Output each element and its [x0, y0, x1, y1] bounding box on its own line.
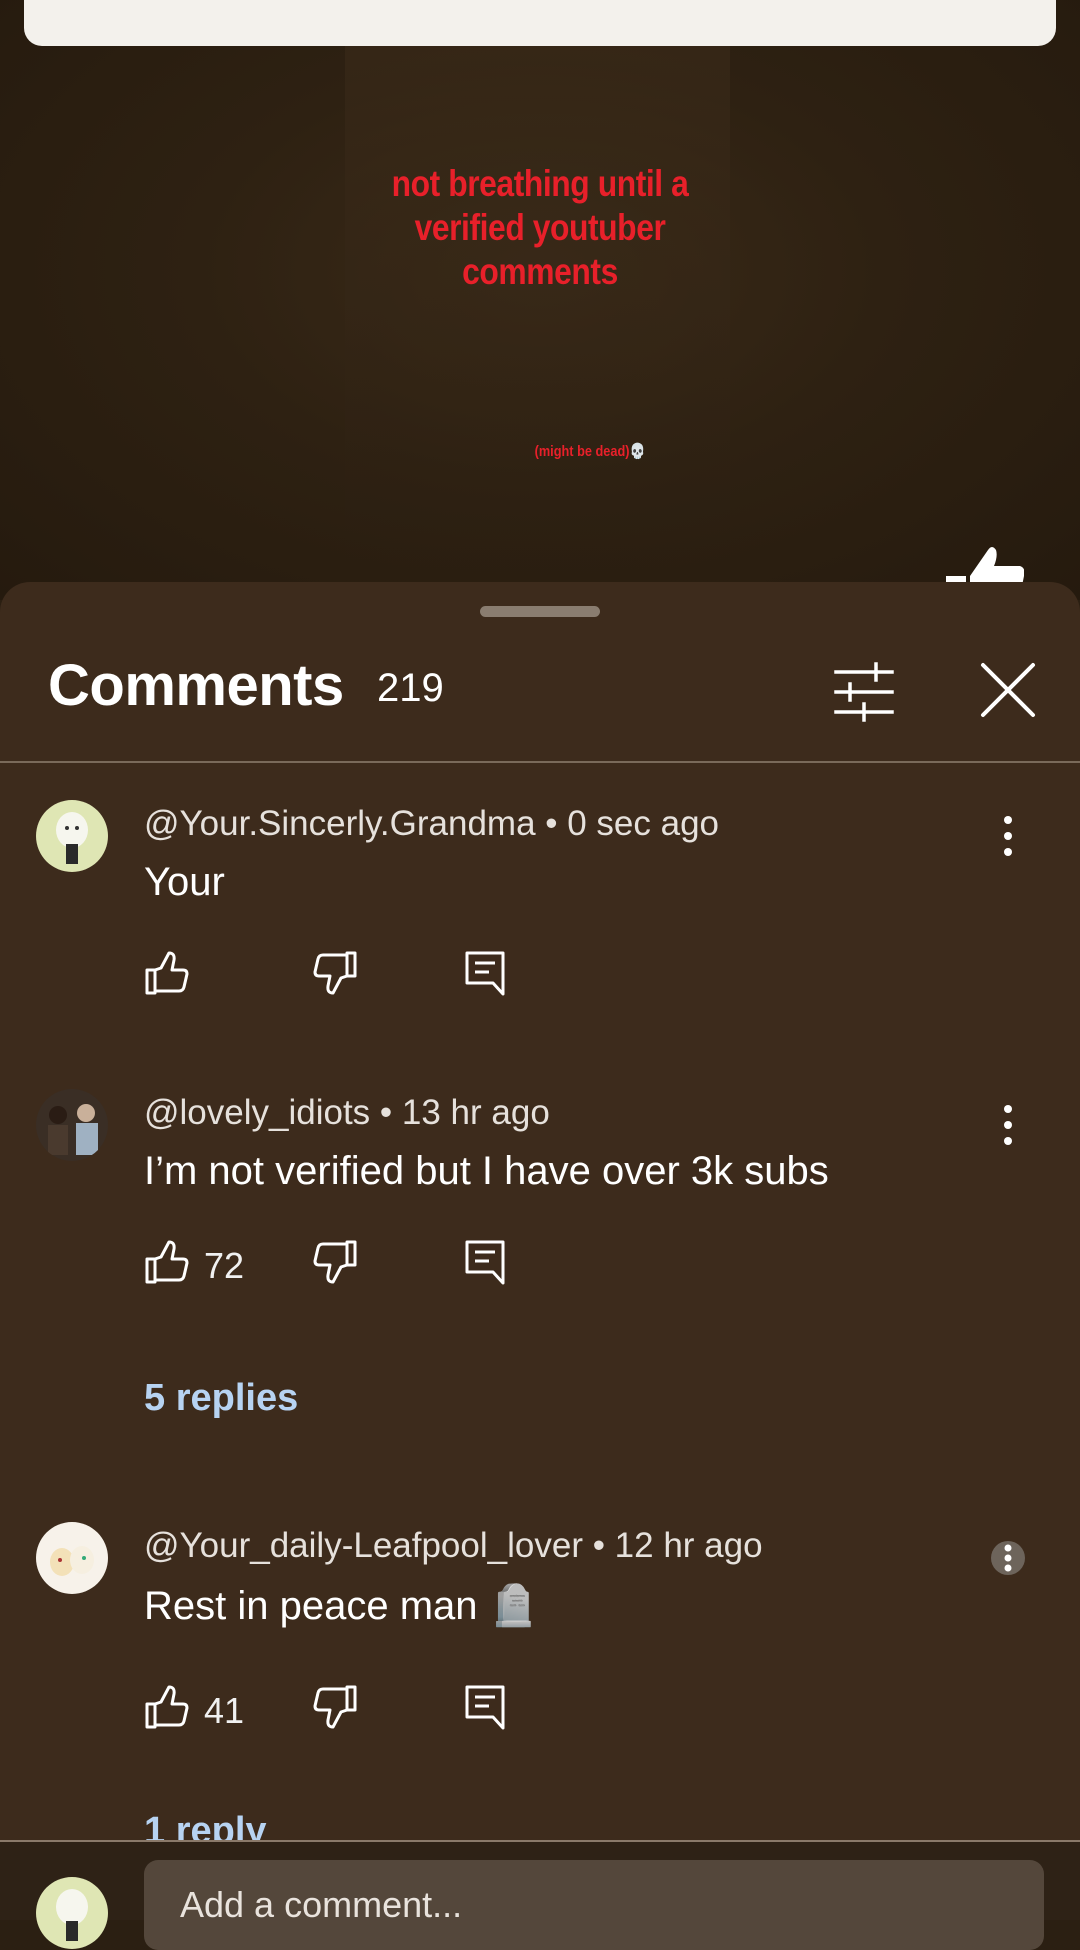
like-button[interactable]: [144, 1684, 190, 1730]
like-button[interactable]: [144, 950, 190, 996]
thumbs-up-icon: [145, 1685, 189, 1729]
thumbs-up-icon: [145, 951, 189, 995]
thumbs-down-icon: [313, 1685, 357, 1729]
close-button[interactable]: [978, 660, 1038, 720]
comment-text: Your: [144, 860, 225, 904]
view-replies-link[interactable]: 5 replies: [144, 1377, 298, 1420]
sliders-icon: [834, 662, 894, 722]
video-player[interactable]: not breathing until a verified youtuber …: [0, 0, 1080, 600]
video-background-shape: [345, 40, 730, 600]
thumbs-down-icon: [313, 951, 357, 995]
like-count: 41: [204, 1690, 245, 1731]
thumbs-up-icon: [145, 1240, 189, 1284]
header-divider: [0, 761, 1080, 763]
thumbs-down-icon: [313, 1240, 357, 1284]
dislike-button[interactable]: [312, 1684, 358, 1730]
like-count: 72: [204, 1245, 245, 1286]
comment-meta: @Your_daily-Leafpool_lover • 12 hr ago: [144, 1526, 763, 1565]
more-options-button[interactable]: [988, 812, 1028, 860]
more-vert-icon: [1004, 1105, 1012, 1145]
sort-filter-button[interactable]: [832, 662, 896, 722]
comment-count: 219: [377, 666, 444, 710]
comment-icon: [465, 1240, 505, 1285]
close-icon: [981, 663, 1035, 717]
more-options-button[interactable]: [988, 1534, 1028, 1582]
comment-icon: [465, 951, 505, 996]
comment-meta: @Your.Sincerly.Grandma • 0 sec ago: [144, 804, 720, 843]
comment-actions: [144, 950, 544, 1000]
comment-meta: @lovely_idiots • 13 hr ago: [144, 1093, 550, 1132]
avatar[interactable]: [36, 1522, 108, 1594]
add-comment-input[interactable]: [144, 1860, 1044, 1950]
comment-text: Rest in peace man 🪦: [144, 1584, 539, 1628]
dislike-button[interactable]: [312, 1239, 358, 1285]
more-vert-icon: [1004, 816, 1012, 856]
like-button[interactable]: [144, 1239, 190, 1285]
user-avatar[interactable]: [36, 1877, 108, 1949]
more-options-button[interactable]: [988, 1101, 1028, 1149]
comment-text: I’m not verified but I have over 3k subs: [144, 1149, 829, 1193]
video-subcaption: (might be dead)💀: [534, 443, 646, 460]
video-top-card: [24, 0, 1056, 46]
avatar[interactable]: [36, 800, 108, 872]
sheet-title: Comments: [48, 653, 344, 718]
more-vert-icon: [991, 1541, 1025, 1575]
reply-button[interactable]: [464, 1239, 506, 1285]
drag-handle[interactable]: [480, 606, 600, 617]
avatar[interactable]: [36, 1089, 108, 1161]
reply-button[interactable]: [464, 1684, 506, 1730]
comment-icon: [465, 1685, 505, 1730]
reply-button[interactable]: [464, 950, 506, 996]
comment-actions: 41: [144, 1684, 544, 1734]
video-caption: not breathing until a verified youtuber …: [391, 163, 689, 292]
comment-actions: 72: [144, 1239, 544, 1289]
dislike-button[interactable]: [312, 950, 358, 996]
